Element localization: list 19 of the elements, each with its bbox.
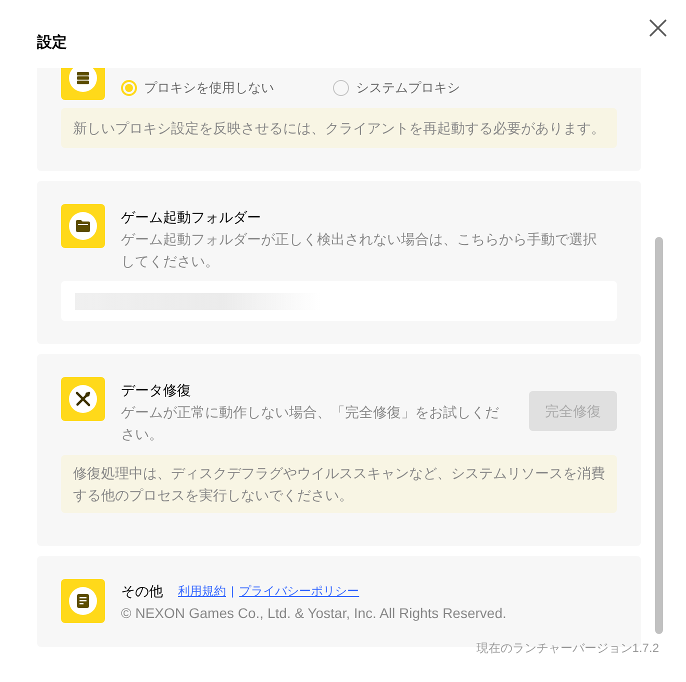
window-title: 設定 bbox=[37, 33, 67, 53]
repair-description: ゲームが正常に動作しない場合、「完全修復」をお試しください。 bbox=[121, 403, 500, 444]
launcher-version: 現在のランチャーバージョン1.7.2 bbox=[476, 640, 659, 657]
proxy-radio-option[interactable]: プロキシを使用しない bbox=[121, 78, 333, 98]
folder-description: ゲーム起動フォルダーが正しく検出されない場合は、こちらから手動で選択してください。 bbox=[121, 230, 598, 271]
other-title: その他 bbox=[121, 582, 163, 600]
repair-title: データ修復 bbox=[121, 381, 192, 400]
close-icon[interactable] bbox=[648, 18, 668, 38]
copyright-text: © NEXON Games Co., Ltd. & Yostar, Inc. All Rights Reserved. bbox=[121, 604, 506, 623]
link-separator: | bbox=[231, 583, 234, 600]
proxy-radio-option[interactable]: システムプロキシ bbox=[333, 78, 545, 98]
wrench-screwdriver-icon bbox=[61, 377, 105, 421]
footer-link[interactable]: プライバシーポリシー bbox=[239, 582, 360, 600]
folder-title: ゲーム起動フォルダー bbox=[121, 208, 262, 227]
document-icon bbox=[61, 579, 105, 623]
folder-icon bbox=[61, 204, 105, 248]
footer-link[interactable]: 利用規約 bbox=[178, 582, 226, 600]
proxy-note: 新しいプロキシ設定を反映させるには、クライアントを再起動する必要があります。 bbox=[61, 108, 617, 148]
repair-note: 修復処理中は、ディスクデフラグやウイルススキャンなど、システムリソースを消費する他のプロセスを実行しないでください。 bbox=[61, 455, 617, 513]
